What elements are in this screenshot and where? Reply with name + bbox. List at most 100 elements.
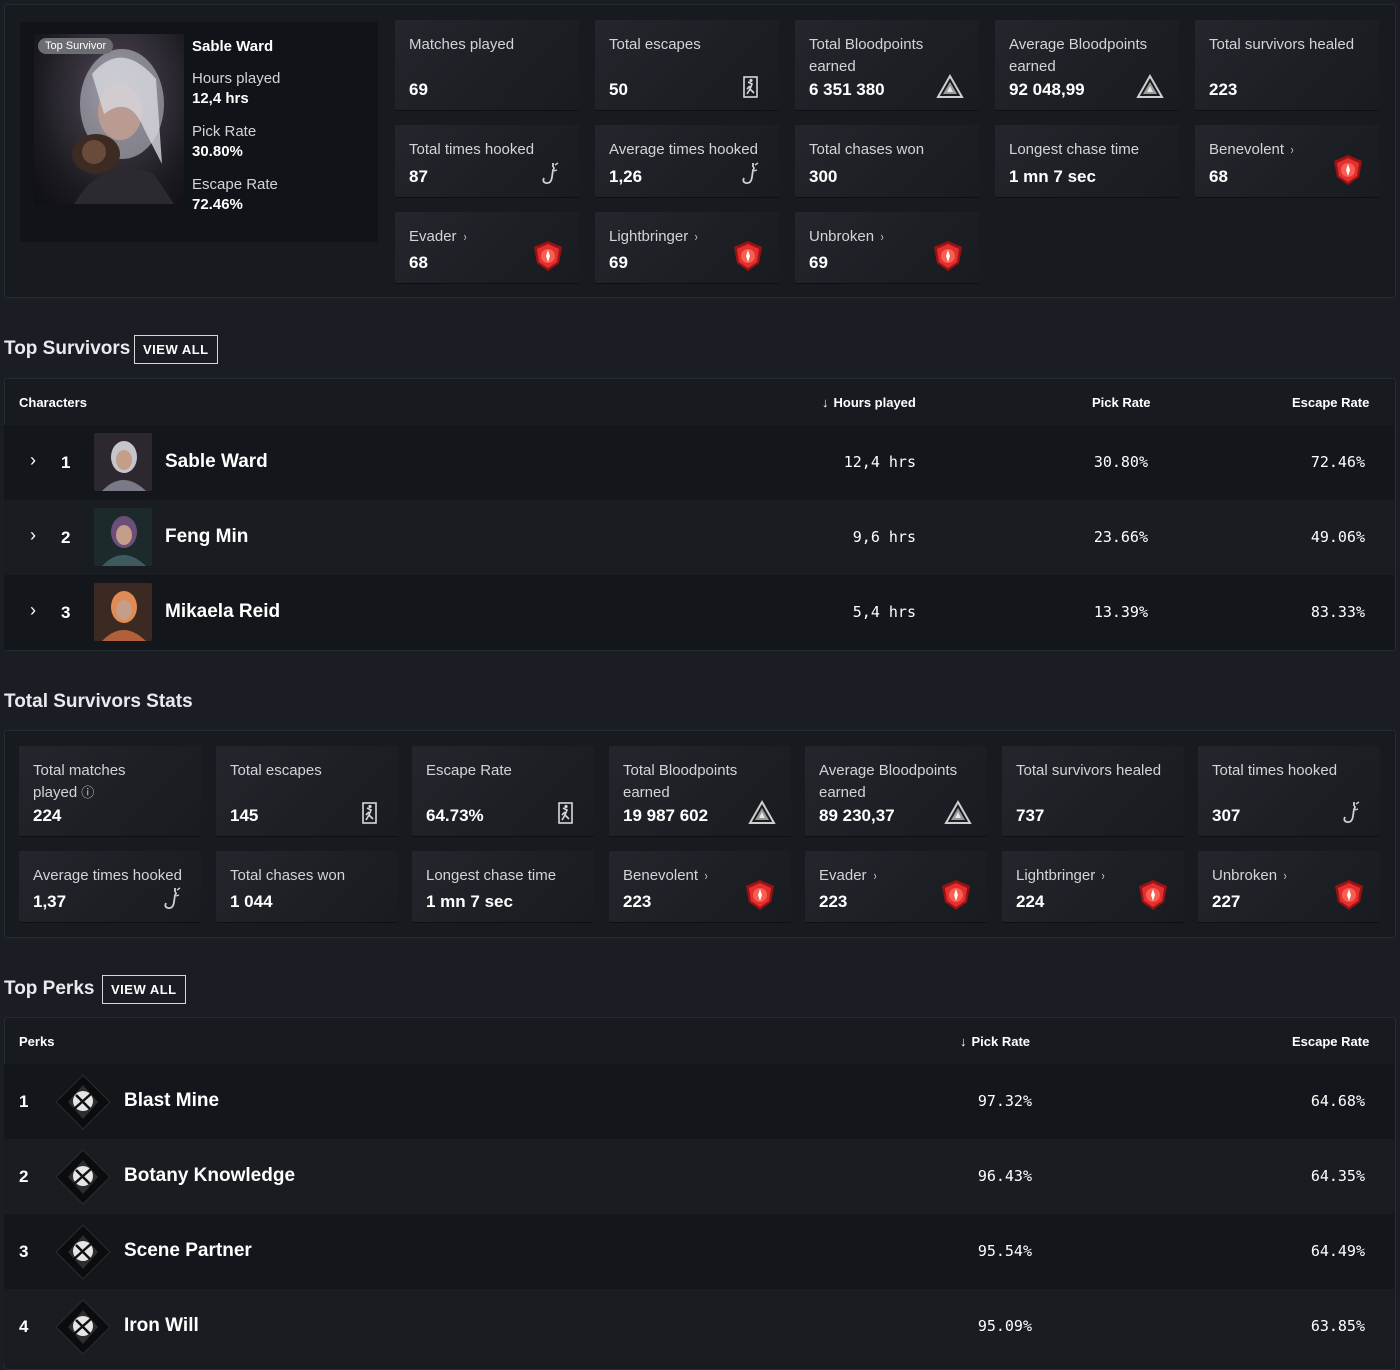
stat-label-text: Total escapes <box>230 762 322 779</box>
survivor-name: Sable Ward <box>192 38 274 55</box>
survivor-portrait: Top Survivor <box>34 34 184 204</box>
col-perk-escape-rate[interactable]: Escape Rate <box>1292 1034 1369 1049</box>
stat-value: 89 230,37 <box>819 806 895 825</box>
hours-played: 5,4 hrs <box>852 603 916 621</box>
stat-label-text: Average times hooked <box>609 141 758 158</box>
achievement-icon <box>931 239 965 273</box>
col-perks[interactable]: Perks <box>19 1034 54 1049</box>
achievement-icon <box>531 239 565 273</box>
rank: 2 <box>61 528 71 547</box>
col-hours-label: Hours played <box>833 395 916 410</box>
stat-label: Total escapes <box>230 760 384 782</box>
view-all-survivors-button[interactable]: VIEW ALL <box>134 335 218 364</box>
escape-rate-label: Escape Rate <box>192 176 278 193</box>
stat-label-text: Unbroken <box>809 228 875 245</box>
chevron-right-icon: › <box>1101 868 1105 883</box>
perk-name[interactable]: Scene Partner <box>124 1240 252 1262</box>
col-pick-rate[interactable]: Pick Rate <box>1092 395 1151 410</box>
hours-played: 9,6 hrs <box>852 528 916 546</box>
table-row[interactable]: › 3 Mikaela Reid 5,4 hrs 13.39% 83.33% <box>4 575 1394 650</box>
survivor-name[interactable]: Sable Ward <box>165 451 268 473</box>
stat-card-lightbringer[interactable]: Lightbringer › 224 <box>1002 851 1184 922</box>
stat-value: 68 <box>1209 167 1228 186</box>
stat-label: Total chases won <box>230 865 384 887</box>
stat-card-average-bloodpoints-earned: Average Bloodpoints earned 89 230,37 <box>805 746 987 836</box>
stat-card-unbroken[interactable]: Unbroken › 69 <box>795 212 979 283</box>
stat-card-benevolent[interactable]: Benevolent › 68 <box>1195 125 1379 197</box>
perk-icon <box>54 1073 112 1131</box>
achievement-icon <box>1136 878 1170 912</box>
survivor-name[interactable]: Mikaela Reid <box>165 601 280 623</box>
expand-chevron-icon[interactable]: › <box>30 525 36 546</box>
escape-icon <box>550 798 580 828</box>
rank: 1 <box>61 453 71 472</box>
expand-chevron-icon[interactable]: › <box>30 450 36 471</box>
col-perk-pick-rate[interactable]: ↓ Pick Rate <box>960 1034 1030 1049</box>
bloodpoints-icon <box>943 798 973 828</box>
stat-label-text: Evader <box>409 228 457 245</box>
stat-label: Total survivors healed <box>1016 760 1170 782</box>
stat-label-text: Lightbringer <box>1016 867 1096 884</box>
escape-rate: 72.46% <box>1310 453 1365 471</box>
stat-card-unbroken[interactable]: Unbroken › 227 <box>1198 851 1380 922</box>
hours-value: 12,4 hrs <box>192 90 249 107</box>
stat-label-text: Benevolent <box>1209 141 1285 158</box>
expand-chevron-icon[interactable]: › <box>30 600 36 621</box>
stat-value: 1 044 <box>230 892 273 911</box>
stat-label-text: Evader <box>819 867 867 884</box>
stat-label-text: Total times hooked <box>409 141 535 158</box>
pick-rate-value: 30.80% <box>192 143 243 160</box>
sort-desc-icon: ↓ <box>822 395 829 410</box>
survivor-avatar <box>94 583 152 641</box>
perk-name[interactable]: Iron Will <box>124 1315 199 1337</box>
rank: 3 <box>19 1242 29 1261</box>
stat-card-average-bloodpoints-earned: Average Bloodpoints earned 92 048,99 <box>995 20 1179 110</box>
stat-card-lightbringer[interactable]: Lightbringer › 69 <box>595 212 779 283</box>
stat-label: Total survivors healed <box>1209 34 1365 56</box>
col-characters[interactable]: Characters <box>19 395 87 410</box>
pick-rate: 97.32% <box>977 1092 1032 1110</box>
bloodpoints-icon <box>747 798 777 828</box>
table-row[interactable]: › 1 Sable Ward 12,4 hrs 30.80% 72.46% <box>4 425 1394 500</box>
table-row[interactable]: › 2 Feng Min 9,6 hrs 23.66% 49.06% <box>4 500 1394 575</box>
stat-value: 300 <box>809 167 838 186</box>
stat-card-longest-chase-time: Longest chase time 1 mn 7 sec <box>995 125 1179 197</box>
stat-label-text: Total survivors healed <box>1016 762 1162 779</box>
stat-value: 19 987 602 <box>623 806 709 825</box>
info-icon[interactable]: ⓘ <box>81 785 94 800</box>
perk-name[interactable]: Botany Knowledge <box>124 1165 295 1187</box>
pick-rate: 96.43% <box>977 1167 1032 1185</box>
stat-value: 1,37 <box>33 892 67 911</box>
col-perk-pick-label: Pick Rate <box>971 1034 1031 1049</box>
stat-label-text: Benevolent <box>623 867 699 884</box>
table-row[interactable]: 2 Botany Knowledge 96.43% 64.35% <box>4 1139 1394 1214</box>
sort-desc-icon: ↓ <box>960 1034 967 1049</box>
stat-value: 224 <box>33 806 62 825</box>
stat-value: 223 <box>1209 80 1238 99</box>
chevron-right-icon: › <box>1283 868 1287 883</box>
portrait-image <box>72 49 174 204</box>
table-row[interactable]: 3 Scene Partner 95.54% 64.49% <box>4 1214 1394 1289</box>
stat-label-text: Total escapes <box>609 36 701 53</box>
hook-icon <box>1336 798 1366 828</box>
table-row[interactable]: 1 Blast Mine 97.32% 64.68% <box>4 1064 1394 1139</box>
stat-label: Total times hooked <box>1212 760 1366 782</box>
perk-name[interactable]: Blast Mine <box>124 1090 219 1112</box>
col-hours-played[interactable]: ↓ Hours played <box>822 395 916 410</box>
stat-value: 145 <box>230 806 259 825</box>
stat-card-benevolent[interactable]: Benevolent › 223 <box>609 851 791 922</box>
stat-label-text: Total times hooked <box>1212 762 1338 779</box>
total-stats-title: Total Survivors Stats <box>4 691 193 712</box>
table-row[interactable]: 4 Iron Will 95.09% 63.85% <box>4 1289 1394 1364</box>
stat-value: 223 <box>623 892 652 911</box>
col-escape-rate[interactable]: Escape Rate <box>1292 395 1369 410</box>
stat-card-escape-rate: Escape Rate 64.73% <box>412 746 594 836</box>
view-all-perks-button[interactable]: VIEW ALL <box>102 975 186 1004</box>
hours-played: 12,4 hrs <box>843 453 916 471</box>
stat-card-evader[interactable]: Evader › 223 <box>805 851 987 922</box>
survivor-name[interactable]: Feng Min <box>165 526 248 548</box>
bloodpoints-icon <box>935 72 965 102</box>
stat-card-total-bloodpoints-earned: Total Bloodpoints earned 19 987 602 <box>609 746 791 836</box>
stat-card-evader[interactable]: Evader › 68 <box>395 212 579 283</box>
top-survivor-card[interactable]: Top Survivor Sable Ward Hours played 12,… <box>20 22 378 242</box>
